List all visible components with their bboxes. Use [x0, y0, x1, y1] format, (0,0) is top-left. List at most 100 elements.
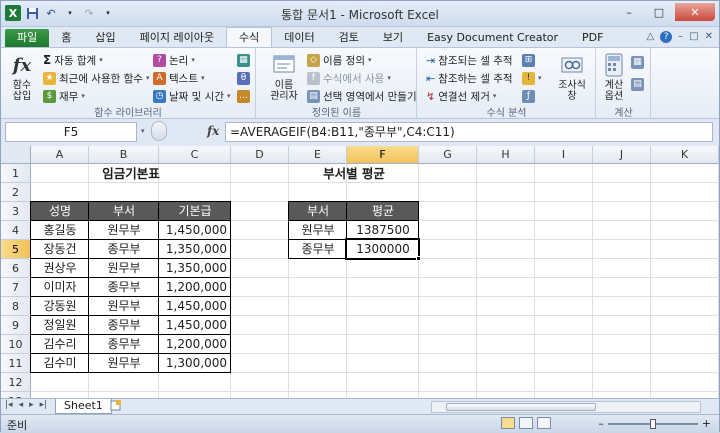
row-header-4[interactable]: 4 [1, 221, 31, 240]
next-sheet-icon[interactable]: ▸ [29, 400, 34, 410]
table1-salary-cell[interactable]: 1,200,000 [159, 335, 231, 354]
tab-easy-document-creator[interactable]: Easy Document Creator [415, 29, 570, 47]
calculation-options-button[interactable]: 계산 옵션 [599, 52, 629, 102]
select-all-corner[interactable] [1, 146, 31, 164]
page-break-view-icon[interactable] [537, 417, 551, 429]
insert-function-fx-icon[interactable]: fx [207, 124, 219, 138]
row-header-9[interactable]: 9 [1, 316, 31, 335]
table1-name-cell[interactable]: 정일원 [31, 316, 89, 335]
table1-salary-cell[interactable]: 1,450,000 [159, 297, 231, 316]
table1-name-cell[interactable]: 김수리 [31, 335, 89, 354]
tab-pdf[interactable]: PDF [570, 29, 615, 47]
zoom-slider-thumb[interactable] [649, 418, 656, 429]
lookup-reference-button[interactable]: ▦ [237, 52, 250, 68]
prev-sheet-icon[interactable]: ◂ [19, 400, 24, 410]
calculate-now-button[interactable]: ▦ [631, 54, 644, 70]
table1-name-cell[interactable]: 장동건 [31, 240, 89, 259]
help-icon[interactable]: ? [660, 31, 673, 43]
column-header-c[interactable]: C [159, 146, 231, 164]
tab-page-layout[interactable]: 페이지 레이아웃 [128, 29, 226, 47]
row-header-12[interactable]: 12 [1, 373, 31, 392]
column-header-k[interactable]: K [651, 146, 719, 164]
table1-salary-cell[interactable]: 1,300,000 [159, 354, 231, 373]
table1-dept-cell[interactable]: 원무부 [89, 354, 159, 373]
watch-window-button[interactable]: 조사식 창 [552, 52, 592, 102]
table1-name-cell[interactable]: 김수미 [31, 354, 89, 373]
table2-header[interactable]: 부서 [289, 202, 347, 221]
minimize-button[interactable]: – [615, 3, 643, 21]
normal-view-icon[interactable] [501, 417, 515, 429]
close-button[interactable]: ✕ [675, 3, 715, 21]
date-time-button[interactable]: ◷ 날짜 및 시간 ▾ [153, 88, 231, 104]
create-from-selection-button[interactable]: ▤ 선택 영역에서 만들기 [307, 88, 417, 104]
tab-data[interactable]: 데이터 [272, 29, 326, 47]
row-header-7[interactable]: 7 [1, 278, 31, 297]
tab-view[interactable]: 보기 [371, 29, 415, 47]
column-header-a[interactable]: A [31, 146, 89, 164]
name-box[interactable]: F5 [5, 122, 137, 142]
table2-dept-cell[interactable]: 종무부 [289, 240, 347, 259]
column-header-i[interactable]: I [535, 146, 593, 164]
row-header-11[interactable]: 11 [1, 354, 31, 373]
autosum-button[interactable]: Σ 자동 합계 ▾ [43, 52, 103, 68]
table1-dept-cell[interactable]: 원무부 [89, 259, 159, 278]
financial-button[interactable]: $ 재무 ▾ [43, 88, 85, 104]
column-header-d[interactable]: D [231, 146, 289, 164]
table1-dept-cell[interactable]: 원무부 [89, 221, 159, 240]
sheet-tab-sheet1[interactable]: Sheet1 [55, 399, 112, 414]
insert-sheet-icon[interactable] [109, 400, 123, 413]
zoom-out-button[interactable]: – [598, 417, 604, 430]
logical-button[interactable]: ? 논리 ▾ [153, 52, 195, 68]
horizontal-scrollbar[interactable] [431, 401, 701, 413]
column-header-h[interactable]: H [477, 146, 535, 164]
trace-precedents-button[interactable]: ⇥ 참조되는 셀 추적 [426, 52, 513, 68]
use-in-formula-button[interactable]: f 수식에서 사용 ▾ [307, 70, 391, 86]
name-box-dropdown-icon[interactable]: ▾ [141, 127, 145, 135]
zoom-slider[interactable] [607, 418, 698, 429]
table1-dept-cell[interactable]: 종무부 [89, 335, 159, 354]
worksheet-grid[interactable]: ABCDEFGHIJK1234567891011121314임금기본표부서별 평… [1, 146, 719, 398]
tab-home[interactable]: 홈 [49, 29, 83, 47]
more-functions-button[interactable]: … [237, 88, 250, 104]
table1-name-cell[interactable]: 홍길동 [31, 221, 89, 240]
zoom-in-button[interactable]: + [702, 417, 711, 430]
row-header-2[interactable]: 2 [1, 183, 31, 202]
table1-dept-cell[interactable]: 종무부 [89, 316, 159, 335]
table1-header[interactable]: 기본급 [159, 202, 231, 221]
ribbon-collapse-icon[interactable]: △ [646, 31, 654, 43]
table1-name-cell[interactable]: 이미자 [31, 278, 89, 297]
row-header-6[interactable]: 6 [1, 259, 31, 278]
fill-handle[interactable] [416, 256, 421, 261]
calculate-sheet-button[interactable]: ▤ [631, 76, 644, 92]
horizontal-scroll-thumb[interactable] [446, 403, 596, 411]
trace-dependents-button[interactable]: ⇤ 참조하는 셀 추적 [426, 70, 513, 86]
table1-salary-cell[interactable]: 1,350,000 [159, 240, 231, 259]
table2-title[interactable]: 부서별 평균 [289, 164, 419, 183]
table1-salary-cell[interactable]: 1,450,000 [159, 316, 231, 335]
formula-input[interactable]: =AVERAGEIF(B4:B11,"종무부",C4:C11) [225, 122, 713, 142]
table1-title[interactable]: 임금기본표 [31, 164, 231, 183]
maximize-button[interactable]: □ [645, 3, 673, 21]
show-formulas-button[interactable]: ⊞ [522, 52, 535, 68]
tab-file[interactable]: 파일 [5, 29, 50, 47]
define-name-button[interactable]: ◇ 이름 정의 ▾ [307, 52, 372, 68]
column-header-b[interactable]: B [89, 146, 159, 164]
table1-salary-cell[interactable]: 1,450,000 [159, 221, 231, 240]
row-header-1[interactable]: 1 [1, 164, 31, 183]
table1-name-cell[interactable]: 권상우 [31, 259, 89, 278]
evaluate-formula-button[interactable]: ƒ [522, 88, 535, 104]
table1-dept-cell[interactable]: 종무부 [89, 240, 159, 259]
table1-name-cell[interactable]: 강동원 [31, 297, 89, 316]
table1-header[interactable]: 성명 [31, 202, 89, 221]
ribbon-minimize-icon[interactable]: – [678, 31, 683, 43]
column-header-j[interactable]: J [593, 146, 651, 164]
active-cell-selection[interactable] [345, 238, 420, 260]
ribbon-restore-icon[interactable]: □ [689, 31, 698, 43]
row-header-3[interactable]: 3 [1, 202, 31, 221]
column-header-f[interactable]: F [347, 146, 419, 164]
remove-arrows-button[interactable]: ↯ 연결선 제거 ▾ [426, 88, 496, 104]
insert-function-button[interactable]: fx 함수 삽입 [7, 52, 37, 102]
table1-salary-cell[interactable]: 1,200,000 [159, 278, 231, 297]
table1-dept-cell[interactable]: 원무부 [89, 297, 159, 316]
table1-salary-cell[interactable]: 1,350,000 [159, 259, 231, 278]
